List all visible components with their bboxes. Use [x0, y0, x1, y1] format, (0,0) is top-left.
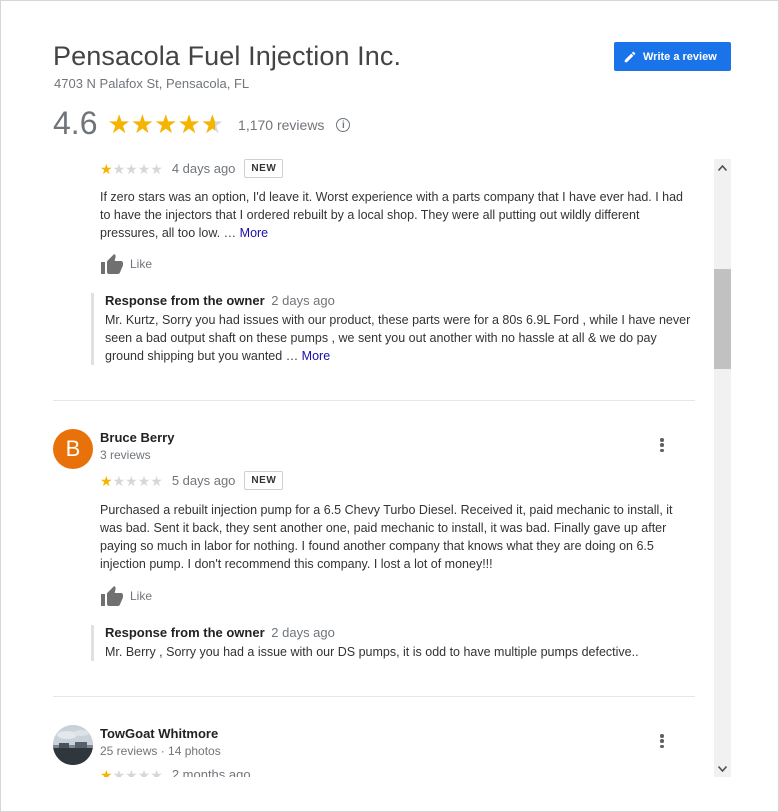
- review-rating-row: ★ ★ ★ ★ ★ 2 months ago: [100, 767, 251, 777]
- avatar[interactable]: [53, 725, 93, 765]
- owner-response-text: Mr. Kurtz, Sorry you had issues with our…: [105, 311, 695, 365]
- like-label: Like: [130, 589, 153, 603]
- pencil-icon: [624, 51, 636, 62]
- star-empty-icon: ★: [137, 766, 151, 778]
- review-time: 2 months ago: [171, 767, 251, 777]
- scroll-up-arrow-icon[interactable]: [714, 159, 731, 176]
- star-icon: ★: [177, 108, 201, 139]
- new-badge: NEW: [244, 471, 284, 490]
- thumbs-up-icon: [101, 586, 123, 606]
- review-stars: ★ ★ ★ ★ ★: [100, 768, 163, 778]
- star-empty-icon: ★: [112, 160, 126, 177]
- scrollbar-thumb[interactable]: [714, 269, 731, 369]
- write-review-button[interactable]: Write a review: [614, 42, 731, 71]
- avatar[interactable]: B: [53, 429, 93, 469]
- star-empty-icon: ★: [112, 766, 126, 778]
- owner-response-time: 2 days ago: [271, 625, 335, 640]
- write-review-label: Write a review: [643, 50, 717, 63]
- owner-response-title: Response from the owner: [105, 625, 265, 640]
- review-time: 5 days ago: [171, 473, 236, 488]
- more-options-icon[interactable]: [657, 732, 667, 750]
- owner-response-header: Response from the owner 2 days ago: [105, 625, 695, 640]
- like-label: Like: [130, 257, 153, 271]
- star-empty-icon: ★: [137, 160, 151, 177]
- total-review-count: 1,170 reviews: [238, 117, 325, 133]
- review-body: If zero stars was an option, I'd leave i…: [100, 190, 684, 240]
- scrollbar[interactable]: [714, 159, 731, 777]
- star-empty-icon: ★: [125, 472, 138, 489]
- info-icon[interactable]: i: [336, 118, 351, 132]
- review-rating-row: ★ ★ ★ ★ ★ 5 days ago NEW: [100, 471, 284, 490]
- new-badge: NEW: [244, 159, 284, 178]
- average-rating: 4.6: [53, 105, 98, 141]
- more-link[interactable]: More: [302, 349, 330, 363]
- owner-response-title: Response from the owner: [105, 293, 265, 308]
- scroll-down-arrow-icon[interactable]: [714, 760, 731, 777]
- reviews-dialog: Pensacola Fuel Injection Inc. 4703 N Pal…: [0, 0, 779, 812]
- star-empty-icon: ★: [150, 472, 163, 489]
- star-empty-icon: ★: [125, 766, 138, 778]
- star-empty-icon: ★: [125, 160, 138, 177]
- reviews-list[interactable]: ★ ★ ★ ★ ★ 4 days ago NEW If zero stars was a…: [53, 159, 703, 777]
- owner-response-header: Response from the owner 2 days ago: [105, 293, 695, 308]
- review-divider: [53, 696, 695, 697]
- thumbs-up-icon: [101, 254, 123, 274]
- rating-summary: 4.6 ★ ★ ★ ★ ★ 1,170 reviews i: [53, 105, 351, 142]
- review-stars: ★ ★ ★ ★ ★: [100, 162, 163, 176]
- star-icon: ★: [100, 472, 113, 489]
- average-stars: ★ ★ ★ ★ ★: [107, 111, 224, 137]
- star-icon: ★: [100, 766, 113, 778]
- avatar-photo: [53, 725, 93, 765]
- star-empty-icon: ★: [150, 766, 163, 778]
- owner-response: Response from the owner 2 days ago Mr. B…: [91, 625, 695, 661]
- reviewer-name[interactable]: TowGoat Whitmore: [100, 726, 218, 741]
- star-icon: ★: [130, 108, 155, 139]
- owner-response-time: 2 days ago: [271, 293, 335, 308]
- star-empty-icon: ★: [150, 160, 163, 177]
- owner-response-body: Mr. Kurtz, Sorry you had issues with our…: [105, 313, 691, 363]
- reviewer-name[interactable]: Bruce Berry: [100, 430, 174, 445]
- review-stars: ★ ★ ★ ★ ★: [100, 474, 163, 488]
- more-options-icon[interactable]: [657, 436, 667, 454]
- star-empty-icon: ★: [112, 472, 126, 489]
- owner-response: Response from the owner 2 days ago Mr. K…: [91, 293, 695, 365]
- review-rating-row: ★ ★ ★ ★ ★ 4 days ago NEW: [100, 159, 284, 178]
- like-button[interactable]: Like: [100, 253, 152, 275]
- star-icon: ★: [100, 160, 113, 177]
- review-divider: [53, 400, 695, 401]
- business-address: 4703 N Palafox St, Pensacola, FL: [54, 76, 250, 91]
- half-star-icon: ★: [200, 108, 225, 139]
- review-text: Purchased a rebuilt injection pump for a…: [100, 503, 673, 571]
- like-button[interactable]: Like: [100, 585, 152, 607]
- reviewer-meta[interactable]: 3 reviews: [100, 448, 151, 462]
- star-icon: ★: [154, 108, 178, 139]
- more-link[interactable]: More: [240, 226, 268, 240]
- review-text: If zero stars was an option, I'd leave i…: [100, 188, 695, 242]
- star-empty-icon: ★: [137, 472, 151, 489]
- reviewer-meta[interactable]: 25 reviews · 14 photos: [100, 744, 221, 758]
- review-time: 4 days ago: [171, 161, 236, 176]
- star-icon: ★: [107, 108, 131, 139]
- business-name: Pensacola Fuel Injection Inc.: [53, 41, 402, 71]
- owner-response-text: Mr. Berry , Sorry you had a issue with o…: [105, 645, 639, 659]
